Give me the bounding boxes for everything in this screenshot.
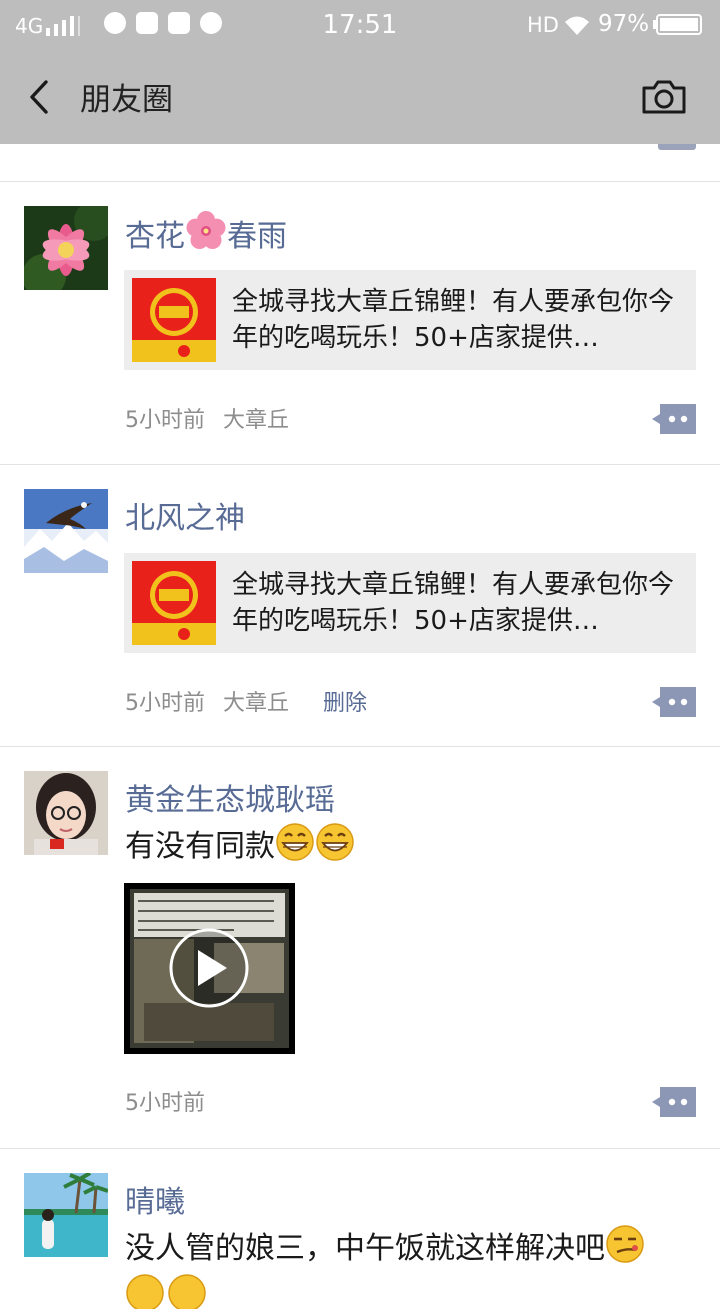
comment-button[interactable]	[652, 1087, 696, 1117]
status-bar: 4G 17:51 HD 97%	[0, 0, 720, 50]
post-meta: 5小时前 大章丘	[125, 685, 289, 717]
post-meta: 5小时前 大章丘	[125, 402, 289, 434]
divider	[0, 181, 720, 182]
avatar[interactable]	[24, 1173, 108, 1257]
page-title: 朋友圈	[80, 82, 173, 118]
post-time: 5小时前	[125, 691, 205, 716]
post-text-content: 没人管的娘三，中午饭就这样解决吧	[125, 1231, 605, 1266]
avatar[interactable]	[24, 206, 108, 290]
grin-emoji-icon	[276, 823, 314, 861]
post-text: 有没有同款	[125, 821, 355, 865]
nickname-part: 杏花	[125, 219, 185, 254]
link-card[interactable]: 全城寻找大章丘锦鲤！有人要承包你今年的吃喝玩乐！50+店家提供…	[124, 270, 696, 370]
link-thumbnail	[132, 561, 216, 645]
post-text-content: 有没有同款	[125, 829, 275, 864]
delete-link[interactable]: 删除	[323, 685, 367, 717]
divider	[0, 464, 720, 465]
avatar[interactable]	[24, 771, 108, 855]
nickname[interactable]: 北风之神	[125, 493, 245, 537]
link-title: 全城寻找大章丘锦鲤！有人要承包你今年的吃喝玩乐！50+店家提供…	[232, 570, 675, 636]
comment-button[interactable]	[652, 687, 696, 717]
post-location[interactable]: 大章丘	[223, 691, 289, 716]
cherry-blossom-icon	[186, 211, 226, 249]
divider	[0, 746, 720, 747]
smirk-emoji-icon	[606, 1225, 644, 1263]
battery-percent: 97%	[598, 11, 650, 37]
grin-emoji-icon	[316, 823, 354, 861]
nickname-part: 春雨	[227, 219, 287, 254]
nickname[interactable]: 黄金生态城耿瑶	[125, 775, 335, 819]
nickname[interactable]: 杏花 春雨	[125, 210, 287, 255]
post-location[interactable]: 大章丘	[223, 408, 289, 433]
avatar[interactable]	[24, 489, 108, 573]
link-card[interactable]: 全城寻找大章丘锦鲤！有人要承包你今年的吃喝玩乐！50+店家提供…	[124, 553, 696, 653]
post-meta: 5小时前	[125, 1085, 205, 1117]
divider	[0, 1148, 720, 1149]
battery-icon	[653, 14, 702, 35]
link-title: 全城寻找大章丘锦鲤！有人要承包你今年的吃喝玩乐！50+店家提供…	[232, 287, 675, 353]
nickname[interactable]: 晴曦	[125, 1177, 185, 1221]
emoji-row-partial	[125, 1269, 215, 1309]
link-thumbnail	[132, 278, 216, 362]
post-text: 没人管的娘三，中午饭就这样解决吧	[125, 1223, 645, 1267]
hd-indicator: HD	[527, 13, 559, 37]
comment-button-partial[interactable]	[658, 144, 696, 150]
back-button[interactable]	[16, 72, 64, 122]
title-bar: 朋友圈	[0, 50, 720, 144]
smirk-emoji-icon	[126, 1274, 206, 1309]
post-time: 5小时前	[125, 408, 205, 433]
video-thumbnail[interactable]	[124, 883, 295, 1054]
camera-icon[interactable]	[636, 74, 692, 120]
wifi-icon	[565, 16, 589, 35]
comment-button[interactable]	[652, 404, 696, 434]
post-time: 5小时前	[125, 1091, 205, 1116]
